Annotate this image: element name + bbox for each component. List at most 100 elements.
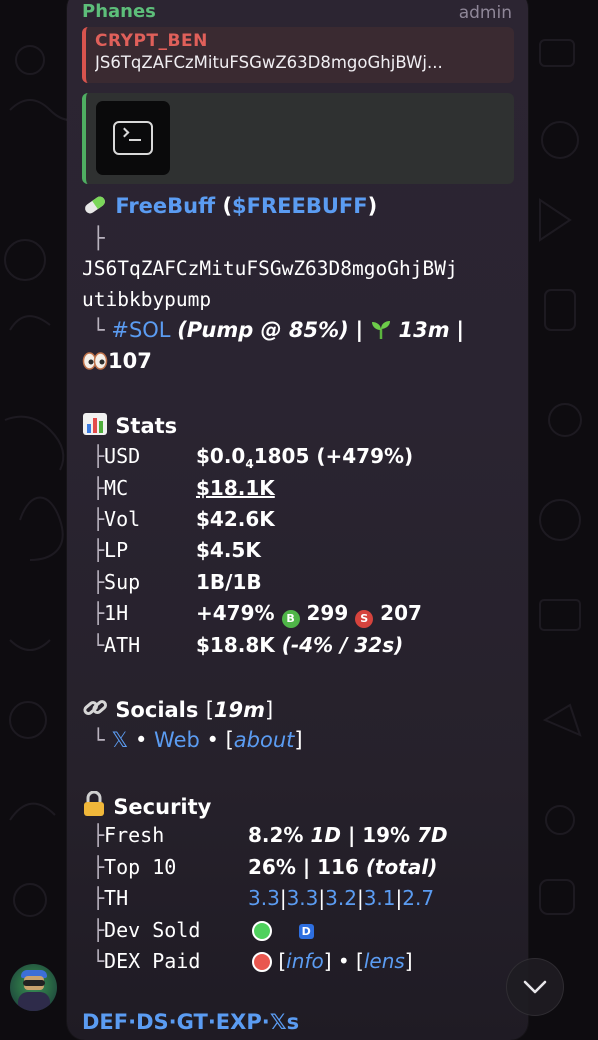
stat-key: LP xyxy=(104,538,129,562)
dex-paid-status: [info] • [lens] xyxy=(252,949,413,973)
lock-icon xyxy=(84,791,104,816)
security-key: Top 10 xyxy=(104,855,177,879)
lens-link[interactable]: lens xyxy=(364,949,405,973)
security-row-fresh: ├Fresh 8.2% 1D | 19% 7D xyxy=(92,823,448,847)
top-holder-links: 3.3|3.3|3.2|3.1|2.7 xyxy=(248,886,435,910)
x-link[interactable]: 𝕏 xyxy=(111,728,128,752)
seedling-icon xyxy=(371,321,390,339)
link-icon xyxy=(83,700,108,715)
media-thumbnail[interactable] xyxy=(96,101,170,175)
token-ticker-link[interactable]: $FREEBUFF xyxy=(232,194,368,218)
holder-link[interactable]: 3.3 xyxy=(248,886,280,910)
token-address-line1[interactable]: JS6TqZAFCzMituFSGwZ63D8mgoGhjBWj xyxy=(82,257,458,280)
stat-key: MC xyxy=(104,476,129,500)
security-value: 8.2% 1D | 19% 7D xyxy=(248,823,448,847)
stat-key: Sup xyxy=(104,570,141,594)
separator: | xyxy=(456,318,464,342)
sell-badge-icon: S xyxy=(355,610,374,628)
buy-count: 299 xyxy=(306,601,349,625)
security-row-top10: ├Top 10 26% | 116 (total) xyxy=(92,855,437,879)
security-key: DEX Paid xyxy=(104,949,201,973)
reply-text: JS6TqZAFCzMituFSGwZ63D8mgoGhjBWj... xyxy=(95,53,443,72)
security-row-dev-sold: ├Dev Sold D xyxy=(92,918,314,942)
security-key: Fresh xyxy=(104,823,165,847)
footer-links[interactable]: DEF·DS·GT·EXP·𝕏s xyxy=(82,1010,299,1034)
chain-hashtag[interactable]: #SOL xyxy=(111,318,170,342)
scroll-down-button[interactable] xyxy=(506,958,564,1016)
security-key: TH xyxy=(104,886,129,910)
socials-links: └ 𝕏 • Web • [about] xyxy=(92,728,303,752)
security-heading: Security xyxy=(82,791,211,819)
stat-value: +479% B 299 S 207 xyxy=(196,601,422,628)
tree-branch: └ xyxy=(92,633,105,657)
stat-row-mc: ├MC $18.1K xyxy=(92,476,275,500)
dev-sold-status: D xyxy=(252,918,314,942)
security-title: Security xyxy=(113,795,212,819)
about-link[interactable]: about xyxy=(234,728,295,752)
stat-key: USD xyxy=(104,444,141,468)
stat-value: $18.8K (-4% / 32s) xyxy=(196,633,404,657)
reply-quote[interactable]: CRYPT_BEN JS6TqZAFCzMituFSGwZ63D8mgoGhjB… xyxy=(82,27,514,83)
token-name-link[interactable]: FreeBuff xyxy=(115,194,215,218)
stat-value: 1B/1B xyxy=(196,570,262,594)
price-change: (+479%) xyxy=(316,444,414,468)
tree-branch: └ xyxy=(92,949,105,973)
tree-branch: ├ xyxy=(92,918,105,942)
security-row-th: ├TH 3.3|3.3|3.2|3.1|2.7 xyxy=(92,886,434,910)
red-circle-icon xyxy=(252,952,272,972)
holder-link[interactable]: 3.3 xyxy=(287,886,319,910)
tree-branch: ├ xyxy=(92,538,105,562)
separator: | xyxy=(355,318,364,342)
stat-value: $0.041805 (+479%) xyxy=(196,444,414,471)
tree-branch: ├ xyxy=(92,570,105,594)
socials-title: Socials xyxy=(115,698,199,722)
stat-key: ATH xyxy=(104,633,141,657)
tree-branch: ├ xyxy=(92,476,105,500)
web-link[interactable]: Web xyxy=(154,728,200,752)
tree-branch: ├ xyxy=(92,823,105,847)
token-header: FreeBuff ($FREEBUFF) xyxy=(82,194,377,218)
view-count: 107 xyxy=(108,349,152,373)
eyes-icon xyxy=(82,352,108,370)
tree-branch: ├ xyxy=(92,601,105,625)
holder-link[interactable]: 2.7 xyxy=(402,886,434,910)
sender-role: admin xyxy=(458,3,512,23)
media-preview[interactable] xyxy=(82,93,514,184)
token-age: 13m xyxy=(398,318,450,342)
security-value: 26% | 116 (total) xyxy=(248,855,438,879)
chevron-down-icon xyxy=(523,980,547,994)
avatar[interactable] xyxy=(10,964,57,1011)
stat-value: $42.6K xyxy=(196,507,275,531)
tree-branch: └ xyxy=(92,728,105,752)
holder-link[interactable]: 3.1 xyxy=(364,886,396,910)
tree-branch: ├ xyxy=(92,886,105,910)
dev-badge-icon[interactable]: D xyxy=(298,924,314,939)
stat-key: 1H xyxy=(104,601,129,625)
price-subscript: 4 xyxy=(245,457,254,471)
stats-title: Stats xyxy=(115,414,178,438)
green-circle-icon xyxy=(252,921,272,941)
token-meta-line: └ #SOL (Pump @ 85%) | 13m | xyxy=(92,318,464,342)
stat-row-usd: ├USD $0.041805 (+479%) xyxy=(92,444,413,471)
stats-heading: Stats xyxy=(82,412,177,438)
market-cap-link[interactable]: $18.1K xyxy=(196,476,275,500)
token-address-line2[interactable]: utibkbypump xyxy=(82,288,211,311)
buy-badge-icon: B xyxy=(281,610,300,628)
tree-branch: └ xyxy=(92,318,105,342)
info-link[interactable]: info xyxy=(286,949,324,973)
security-key: Dev Sold xyxy=(104,918,201,942)
socials-age: 19m xyxy=(213,698,266,722)
stat-value: $4.5K xyxy=(196,538,261,562)
sender-name[interactable]: Phanes xyxy=(82,1,156,22)
paren-open: ( xyxy=(222,194,233,218)
ath-change: (-4% / 32s) xyxy=(281,633,404,657)
reply-author: CRYPT_BEN xyxy=(95,31,208,51)
stat-row-sup: ├Sup 1B/1B xyxy=(92,570,262,594)
stat-row-vol: ├Vol $42.6K xyxy=(92,507,275,531)
tree-branch: ├ xyxy=(92,507,105,531)
terminal-icon xyxy=(113,121,153,155)
views-line: 107 xyxy=(82,349,152,373)
paren-close: ) xyxy=(367,194,378,218)
stat-row-lp: ├LP $4.5K xyxy=(92,538,261,562)
holder-link[interactable]: 3.2 xyxy=(325,886,357,910)
